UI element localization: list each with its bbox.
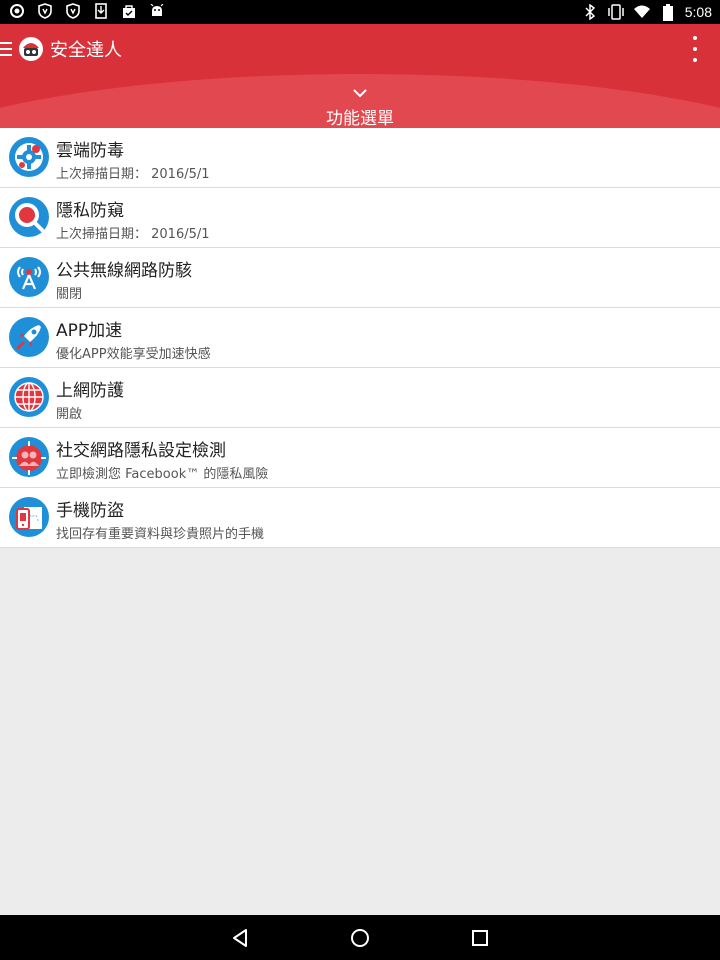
list-item-anti-theft[interactable]: 手機防盜 找回存有重要資料與珍貴照片的手機: [0, 488, 720, 548]
feature-list: 雲端防毒 上次掃描日期： 2016/5/1 隱私防窺 上次掃描日期： 2016/…: [0, 128, 720, 548]
download-icon: [92, 2, 110, 20]
globe-icon: [9, 377, 49, 417]
item-subtitle: 找回存有重要資料與珍貴照片的手機: [56, 527, 265, 542]
record-icon: [8, 2, 26, 20]
feature-menu-toggle[interactable]: 功能選單: [0, 84, 720, 128]
navigation-bar: [0, 915, 720, 960]
list-item-app-boost[interactable]: APP加速 優化APP效能享受加速快感: [0, 308, 720, 368]
vibrate-icon: [607, 3, 625, 21]
list-item-wifi-protect[interactable]: 公共無線網路防駭 關閉: [0, 248, 720, 308]
item-title: 上網防護: [56, 381, 124, 401]
list-item-cloud-antivirus[interactable]: 雲端防毒 上次掃描日期： 2016/5/1: [0, 128, 720, 188]
home-icon[interactable]: [349, 927, 371, 949]
hamburger-icon[interactable]: [0, 42, 12, 56]
feature-menu-label: 功能選單: [326, 109, 394, 128]
battery-icon: [659, 3, 677, 21]
item-title: 隱私防窺: [56, 201, 124, 221]
item-title: 手機防盜: [56, 501, 124, 521]
privacy-scan-icon: [9, 197, 49, 237]
list-item-social-privacy[interactable]: 社交網路隱私設定檢測 立即檢測您 Facebook™ 的隱私風險: [0, 428, 720, 488]
chevron-down-icon: [353, 89, 367, 98]
bluetooth-icon: [581, 3, 599, 21]
wifi-icon: [633, 3, 651, 21]
phone-locate-icon: [9, 497, 49, 537]
shopping-bag-icon: [120, 2, 138, 20]
app-logo-icon: [18, 36, 44, 62]
cloud-antivirus-icon: [9, 137, 49, 177]
wifi-protect-icon: [9, 257, 49, 297]
shield-icon: [64, 2, 82, 20]
shield-icon: [36, 2, 54, 20]
item-title: 公共無線網路防駭: [56, 261, 192, 281]
recents-icon[interactable]: [469, 927, 491, 949]
item-subtitle: 立即檢測您 Facebook™ 的隱私風險: [56, 467, 269, 482]
app-title: 安全達人: [50, 40, 122, 61]
item-subtitle: 優化APP效能享受加速快感: [56, 347, 211, 362]
list-item-web-protect[interactable]: 上網防護 開啟: [0, 368, 720, 428]
back-icon[interactable]: [229, 927, 251, 949]
item-subtitle: 上次掃描日期： 2016/5/1: [56, 227, 210, 242]
rocket-icon: [9, 317, 49, 357]
list-item-privacy-scan[interactable]: 隱私防窺 上次掃描日期： 2016/5/1: [0, 188, 720, 248]
item-title: 雲端防毒: [56, 141, 124, 161]
status-time: 5:08: [684, 4, 712, 20]
item-title: 社交網路隱私設定檢測: [56, 441, 226, 461]
app-bar: 安全達人 功能選單: [0, 24, 720, 128]
item-title: APP加速: [56, 321, 123, 341]
item-subtitle: 關閉: [56, 287, 83, 302]
social-privacy-icon: [9, 437, 49, 477]
item-subtitle: 開啟: [56, 407, 83, 422]
android-icon: [148, 2, 166, 20]
item-subtitle: 上次掃描日期： 2016/5/1: [56, 167, 210, 182]
more-vert-icon[interactable]: [692, 36, 698, 62]
status-bar: 5:08: [0, 0, 720, 24]
